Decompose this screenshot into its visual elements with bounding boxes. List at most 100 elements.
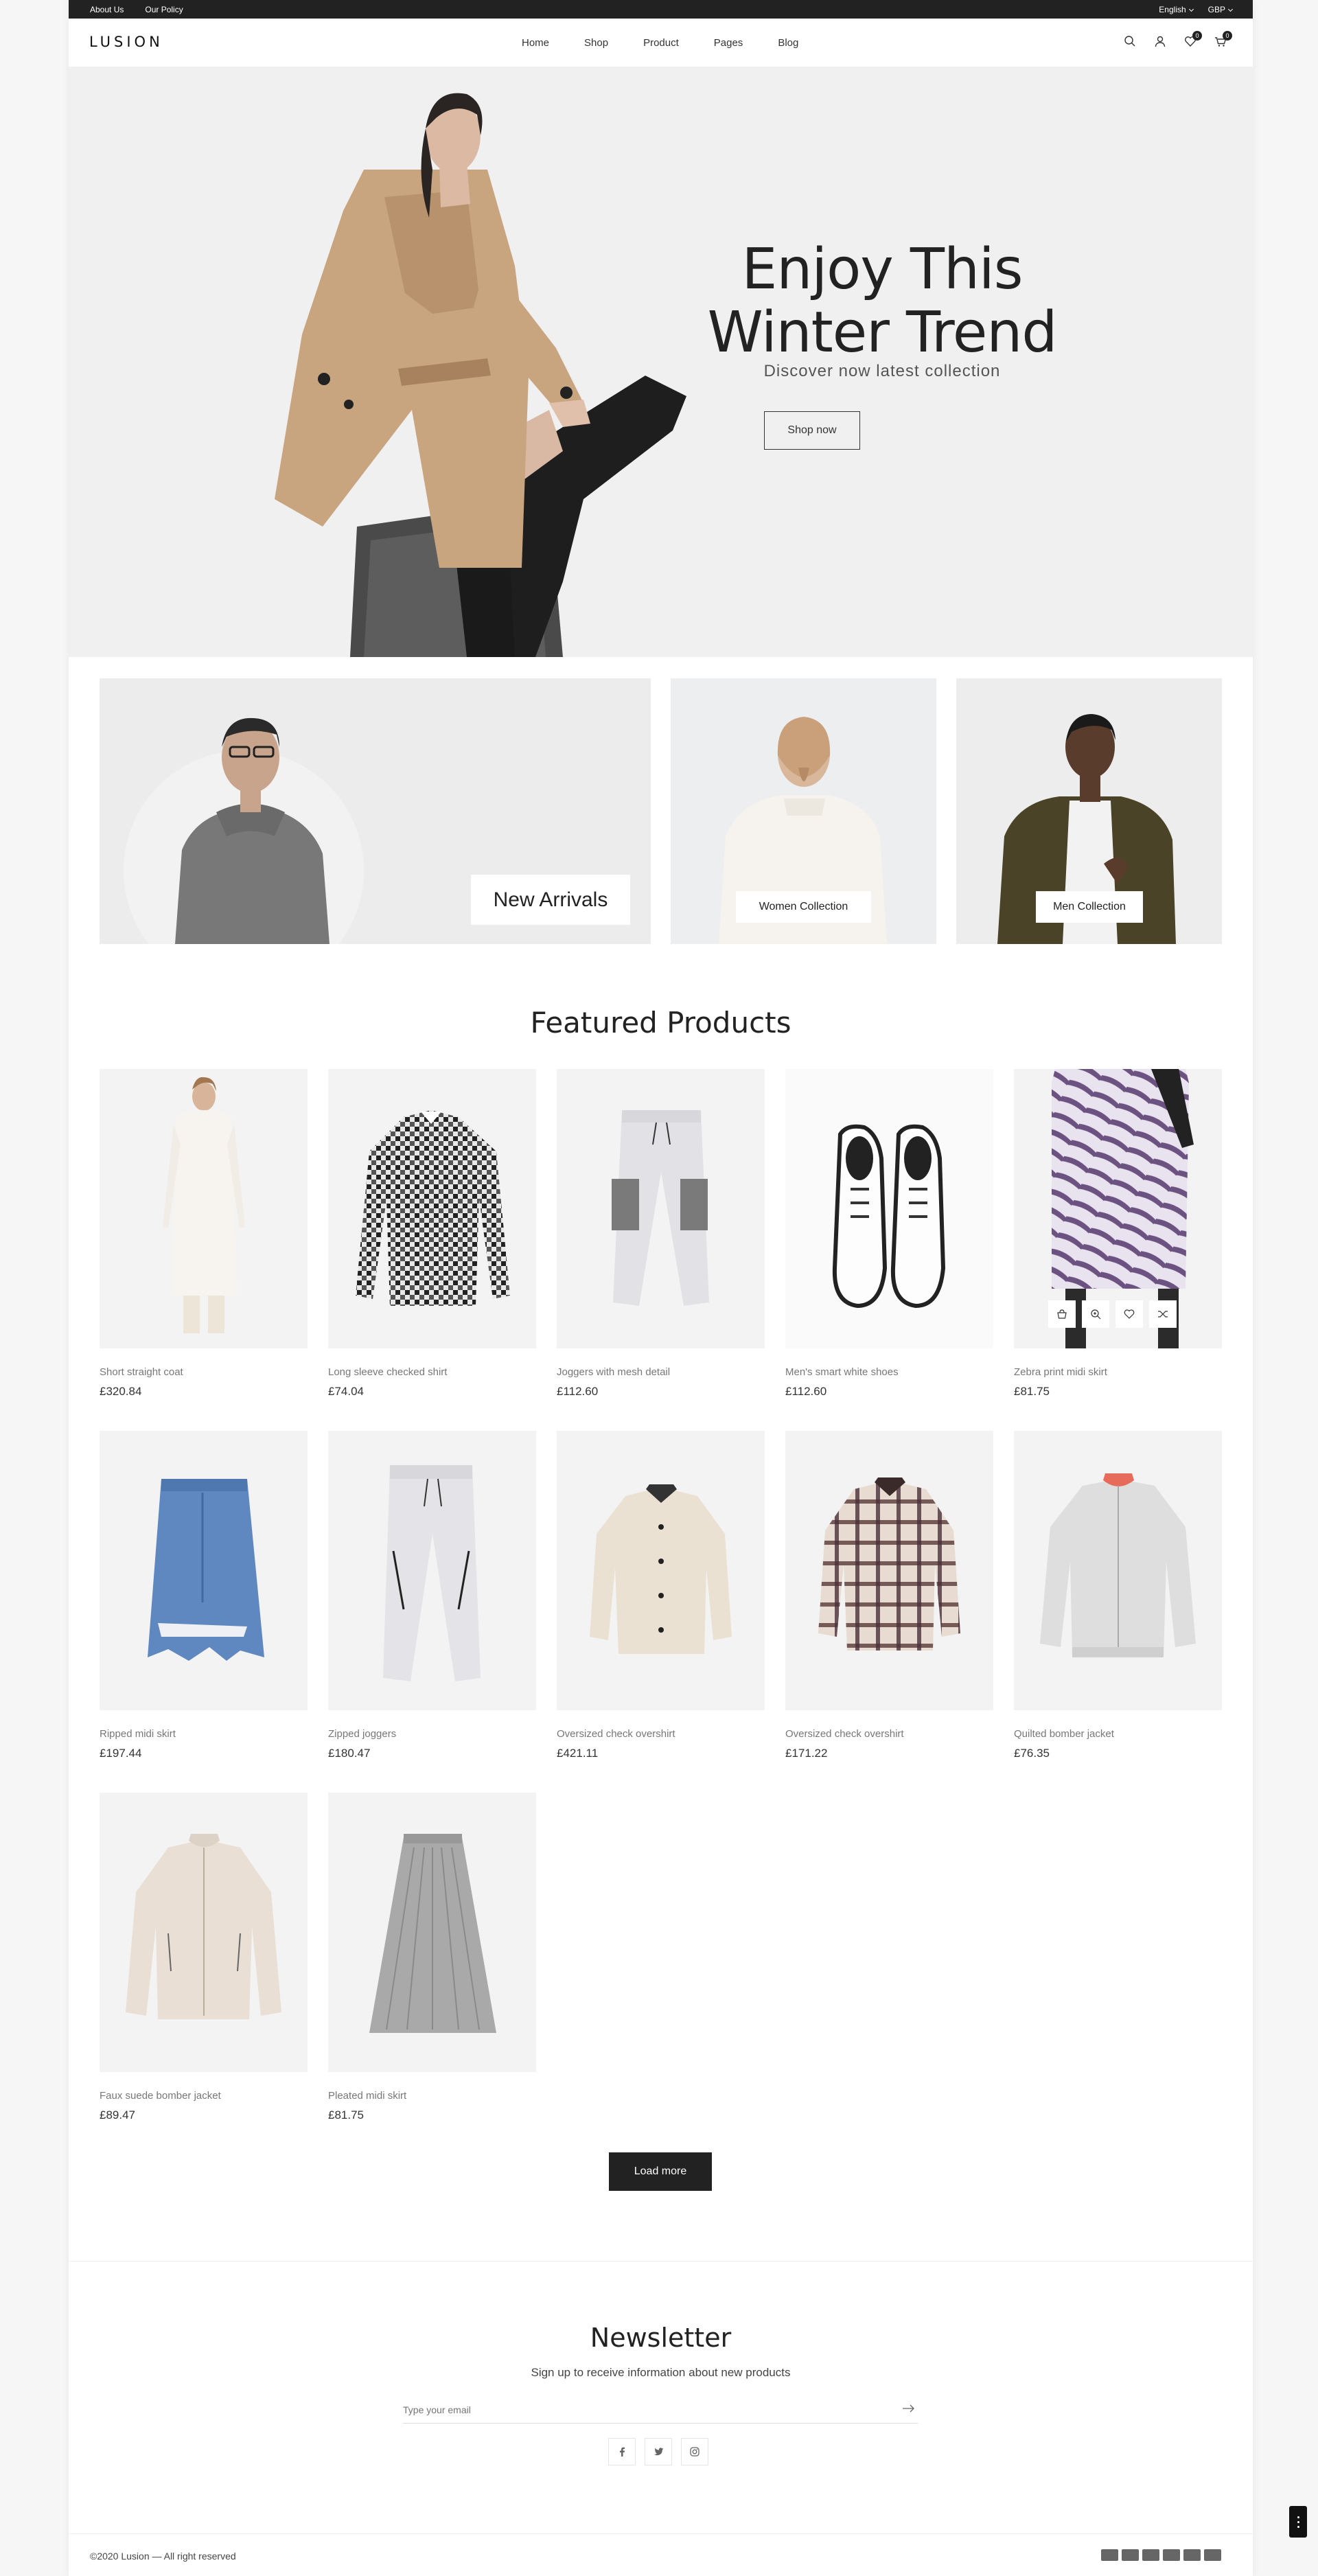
product-price: £74.04 <box>328 1385 364 1398</box>
product-image[interactable] <box>1014 1431 1222 1710</box>
product-price: £421.11 <box>557 1747 599 1760</box>
nav-blog[interactable]: Blog <box>778 37 798 49</box>
product-card[interactable]: Short straight coat £320.84 <box>100 1069 308 1399</box>
product-card[interactable]: Joggers with mesh detail £112.60 <box>557 1069 765 1399</box>
nav-home[interactable]: Home <box>522 37 549 49</box>
logo[interactable]: LUSION <box>89 34 163 50</box>
product-card[interactable]: Men's smart white shoes £112.60 <box>785 1069 993 1399</box>
language-select[interactable]: English <box>1159 5 1194 14</box>
product-name[interactable]: Zipped joggers <box>328 1728 536 1740</box>
product-image[interactable] <box>557 1431 765 1710</box>
product-image[interactable] <box>328 1069 536 1348</box>
product-image[interactable] <box>557 1069 765 1348</box>
section-divider <box>69 2261 1253 2262</box>
hero-subtitle: Discover now latest collection <box>763 362 1001 380</box>
new-arrivals-banner[interactable]: New Arrivals <box>100 678 651 944</box>
product-image[interactable] <box>328 1793 536 2072</box>
women-collection-label[interactable]: Women Collection <box>736 891 871 923</box>
nav-shop[interactable]: Shop <box>584 37 608 49</box>
wishlist-icon[interactable]: 0 <box>1184 31 1202 47</box>
language-value: English <box>1159 5 1186 14</box>
wishlist-icon[interactable] <box>1115 1300 1143 1328</box>
footer-divider <box>69 2533 1253 2534</box>
product-name[interactable]: Zebra print midi skirt <box>1014 1366 1222 1378</box>
quick-view-icon[interactable] <box>1082 1300 1109 1328</box>
product-image[interactable] <box>100 1431 308 1710</box>
instagram-icon[interactable] <box>681 2438 708 2465</box>
nav-pages[interactable]: Pages <box>714 37 743 49</box>
product-name[interactable]: Quilted bomber jacket <box>1014 1728 1222 1740</box>
product-price: £112.60 <box>557 1385 599 1398</box>
product-card[interactable]: Long sleeve checked shirt £74.04 <box>328 1069 536 1399</box>
wishlist-count-badge: 0 <box>1192 31 1202 41</box>
chevron-down-icon <box>1227 6 1234 12</box>
product-name[interactable]: Long sleeve checked shirt <box>328 1366 536 1378</box>
product-price: £81.75 <box>328 2108 364 2121</box>
payment-methods <box>1101 2549 1221 2561</box>
currency-value: GBP <box>1207 5 1225 14</box>
hero-title: Enjoy This Winter Trend <box>618 238 1146 365</box>
our-policy-link[interactable]: Our Policy <box>145 5 183 14</box>
search-icon[interactable] <box>1124 35 1136 47</box>
product-image[interactable] <box>100 1069 308 1348</box>
product-card[interactable]: Pleated midi skirt £81.75 <box>328 1793 536 2122</box>
dot-icon <box>1297 2520 1299 2523</box>
top-bar: About Us Our Policy English GBP <box>69 0 1253 19</box>
product-card[interactable]: Quilted bomber jacket £76.35 <box>1014 1431 1222 1760</box>
compare-icon[interactable] <box>1149 1300 1177 1328</box>
new-arrivals-label[interactable]: New Arrivals <box>471 875 630 925</box>
mastercard-icon <box>1122 2549 1139 2561</box>
scroll-to-top-button[interactable] <box>1289 2506 1307 2538</box>
product-image[interactable] <box>785 1431 993 1710</box>
product-card[interactable]: Zipped joggers £180.47 <box>328 1431 536 1760</box>
cart-icon[interactable]: 0 <box>1214 31 1232 47</box>
shop-now-button[interactable]: Shop now <box>764 411 860 450</box>
men-collection-banner[interactable]: Men Collection <box>956 678 1222 944</box>
about-us-link[interactable]: About Us <box>90 5 124 14</box>
dot-icon <box>1297 2525 1299 2528</box>
product-price: £180.47 <box>328 1747 371 1760</box>
social-links <box>608 2438 708 2465</box>
product-name[interactable]: Short straight coat <box>100 1366 308 1378</box>
newsletter-subtitle: Sign up to receive information about new… <box>531 2366 791 2379</box>
product-price: £320.84 <box>100 1385 142 1398</box>
dot-icon <box>1297 2516 1299 2518</box>
product-card[interactable]: Oversized check overshirt £171.22 <box>785 1431 993 1760</box>
hero-banner: Enjoy This Winter Trend Discover now lat… <box>69 67 1253 657</box>
product-image[interactable] <box>785 1069 993 1348</box>
product-name[interactable]: Pleated midi skirt <box>328 2090 536 2102</box>
product-image[interactable] <box>1014 1069 1222 1348</box>
product-name[interactable]: Men's smart white shoes <box>785 1366 993 1378</box>
product-name[interactable]: Ripped midi skirt <box>100 1728 308 1740</box>
product-image[interactable] <box>328 1431 536 1710</box>
women-collection-banner[interactable]: Women Collection <box>671 678 936 944</box>
paypal-icon <box>1163 2549 1180 2561</box>
product-name[interactable]: Oversized check overshirt <box>557 1728 765 1740</box>
product-name[interactable]: Joggers with mesh detail <box>557 1366 765 1378</box>
add-to-cart-icon[interactable] <box>1048 1300 1076 1328</box>
product-price: £81.75 <box>1014 1385 1050 1398</box>
currency-select[interactable]: GBP <box>1207 5 1234 14</box>
facebook-icon[interactable] <box>608 2438 636 2465</box>
user-icon[interactable] <box>1154 35 1166 47</box>
product-image[interactable] <box>100 1793 308 2072</box>
product-card[interactable]: Oversized check overshirt £421.11 <box>557 1431 765 1760</box>
product-price: £171.22 <box>785 1747 828 1760</box>
product-card[interactable]: Zebra print midi skirt £81.75 <box>1014 1069 1222 1399</box>
men-collection-label[interactable]: Men Collection <box>1036 891 1143 923</box>
product-card[interactable]: Ripped midi skirt £197.44 <box>100 1431 308 1760</box>
nav-product[interactable]: Product <box>643 37 679 49</box>
jcb-icon <box>1183 2549 1201 2561</box>
newsletter-email-input[interactable] <box>403 2396 918 2424</box>
product-price: £89.47 <box>100 2108 135 2121</box>
product-price: £112.60 <box>785 1385 827 1398</box>
product-name[interactable]: Oversized check overshirt <box>785 1728 993 1740</box>
load-more-button[interactable]: Load more <box>609 2152 712 2191</box>
product-card[interactable]: Faux suede bomber jacket £89.47 <box>100 1793 308 2122</box>
copyright-text: ©2020 Lusion — All right reserved <box>90 2551 236 2562</box>
product-name[interactable]: Faux suede bomber jacket <box>100 2090 308 2102</box>
discover-icon <box>1204 2549 1221 2561</box>
amex-icon <box>1142 2549 1159 2561</box>
twitter-icon[interactable] <box>645 2438 672 2465</box>
arrow-right-icon[interactable] <box>901 2401 916 2416</box>
